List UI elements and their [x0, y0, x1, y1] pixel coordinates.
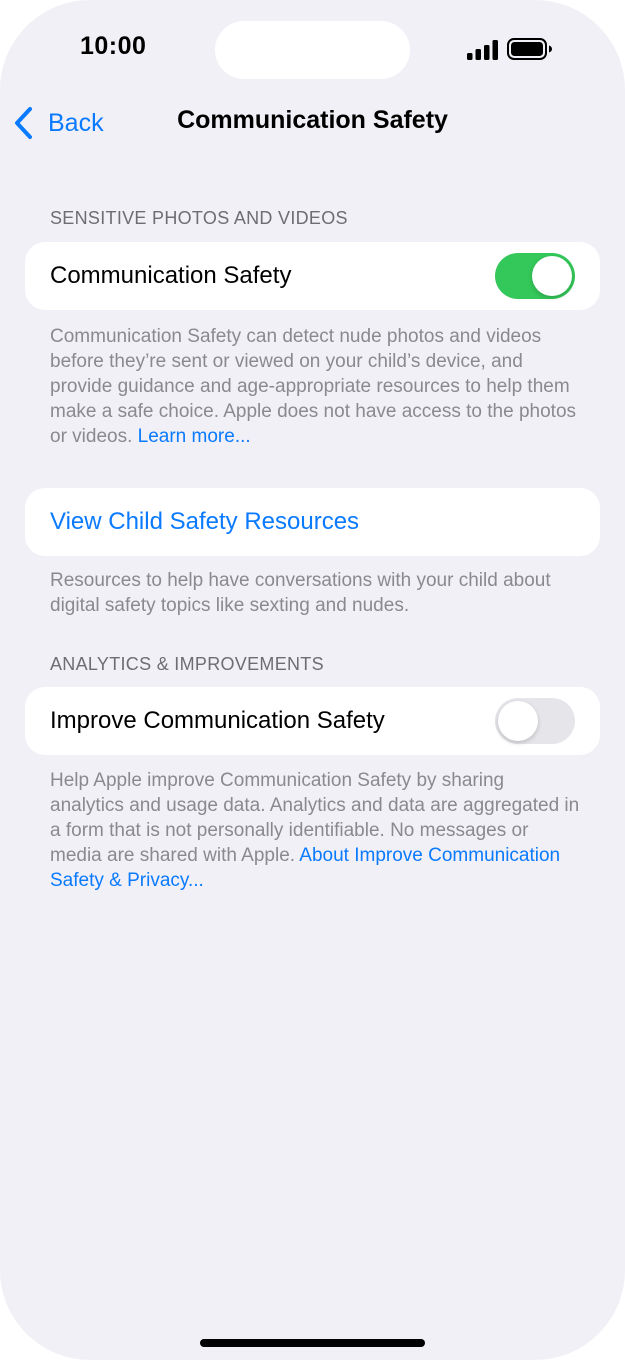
home-indicator[interactable]	[200, 1339, 425, 1347]
cellular-signal-icon	[467, 40, 498, 60]
improve-communication-safety-row: Improve Communication Safety	[25, 687, 600, 755]
communication-safety-label: Communication Safety	[50, 262, 292, 289]
battery-full-icon	[507, 38, 552, 60]
status-time: 10:00	[80, 32, 147, 60]
section-header-sensitive: SENSITIVE PHOTOS AND VIDEOS	[50, 208, 348, 228]
communication-safety-description: Communication Safety can detect nude pho…	[50, 326, 577, 447]
communication-safety-row: Communication Safety	[25, 242, 600, 310]
improve-communication-safety-toggle[interactable]	[495, 698, 575, 744]
toggle-knob	[498, 701, 538, 741]
improve-communication-safety-label: Improve Communication Safety	[50, 707, 385, 734]
view-child-safety-resources-link[interactable]: View Child Safety Resources	[50, 488, 359, 556]
phone-screen: 10:00 Back Communication Safety SENSITIV…	[0, 0, 625, 1360]
section-header-analytics: ANALYTICS & IMPROVEMENTS	[50, 654, 324, 674]
resources-footer: Resources to help have conversations wit…	[50, 570, 551, 616]
child-safety-resources-row[interactable]: View Child Safety Resources	[25, 488, 600, 556]
learn-more-link[interactable]: Learn more...	[138, 426, 251, 447]
page-title-text: Communication Safety	[177, 106, 448, 134]
dynamic-island	[215, 21, 410, 79]
communication-safety-toggle[interactable]	[495, 253, 575, 299]
analytics-footer: Help Apple improve Communication Safety …	[50, 768, 580, 893]
page-title: Communication Safety	[0, 106, 625, 135]
toggle-knob	[532, 256, 572, 296]
communication-safety-footer: Communication Safety can detect nude pho…	[50, 324, 580, 449]
